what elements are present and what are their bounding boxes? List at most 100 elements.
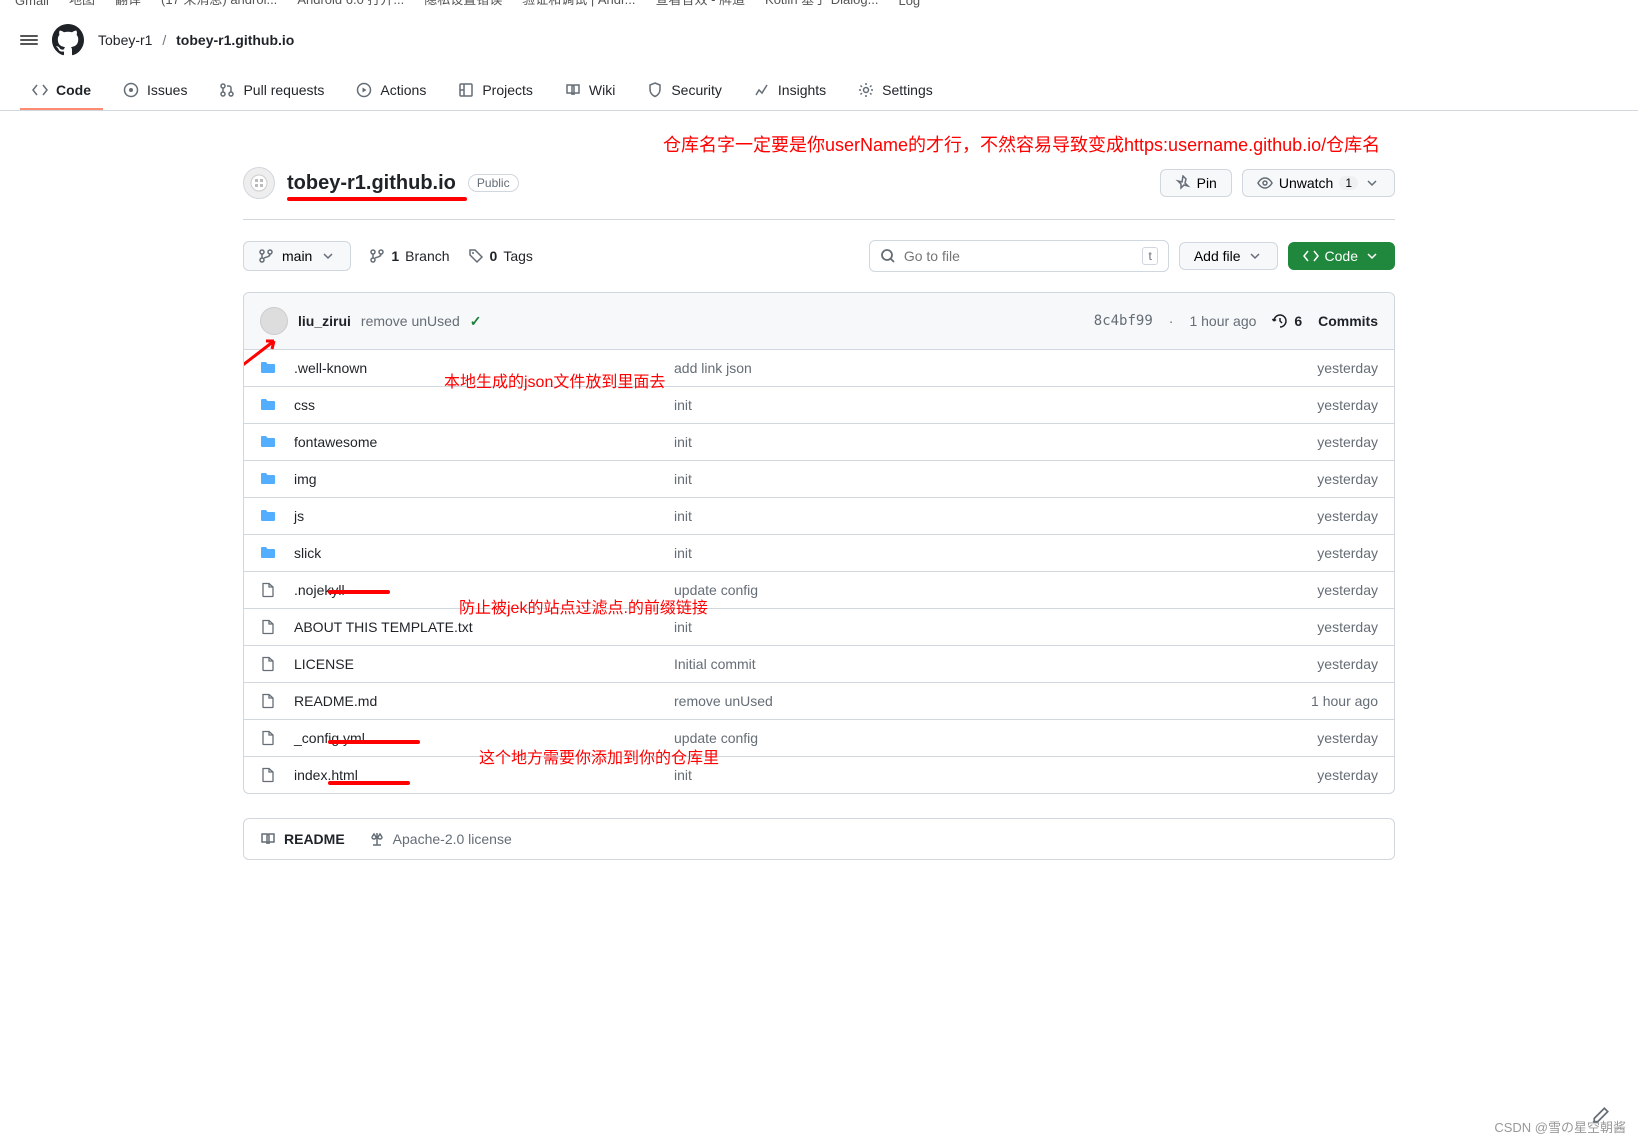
tab-pull-requests[interactable]: Pull requests [207,72,336,110]
file-name[interactable]: js [294,508,674,524]
file-row[interactable]: slickinityesterday [244,535,1394,572]
unwatch-button[interactable]: Unwatch1 [1242,169,1395,197]
file-row[interactable]: fontawesomeinityesterday [244,424,1394,461]
insights-icon [754,82,770,98]
file-commit-msg[interactable]: init [674,508,1238,524]
bookmark-item[interactable]: Android 6.0 打开... [297,0,404,8]
file-row[interactable]: index.htmlinityesterday [244,757,1394,793]
file-name[interactable]: _config.yml这个地方需要你添加到你的仓库里 [294,730,674,746]
file-name[interactable]: img [294,471,674,487]
file-name[interactable]: ABOUT THIS TEMPLATE.txt [294,619,674,635]
branch-selector[interactable]: main [243,241,351,271]
file-commit-msg[interactable]: init [674,471,1238,487]
file-commit-msg[interactable]: init [674,619,1238,635]
bookmark-item[interactable]: 隐私设置错误 [424,0,502,8]
file-name[interactable]: .well-known本地生成的json文件放到里面去 [294,360,674,376]
hamburger-menu[interactable] [20,33,38,47]
bookmark-item[interactable]: Log [898,0,920,8]
tab-wiki[interactable]: Wiki [553,72,627,110]
file-name[interactable]: LICENSE [294,656,674,672]
folder-icon [260,434,280,450]
tab-code[interactable]: Code [20,72,103,110]
file-commit-msg[interactable]: init [674,434,1238,450]
tab-issues[interactable]: Issues [111,72,199,110]
github-logo-icon[interactable] [52,24,84,56]
wiki-icon [565,82,581,98]
search-kbd: t [1142,247,1157,265]
file-name[interactable]: css [294,397,674,413]
tab-projects[interactable]: Projects [446,72,545,110]
repo-name[interactable]: tobey-r1.github.io [287,172,456,195]
check-icon: ✓ [470,313,482,330]
tab-security[interactable]: Security [635,72,734,110]
projects-icon [458,82,474,98]
file-commit-msg[interactable]: remove unUsed [674,693,1238,709]
tags-link[interactable]: 0Tags [468,248,533,264]
file-row[interactable]: .nojekyll防止被jek的站点过滤点.的前缀链接update config… [244,572,1394,609]
file-name[interactable]: README.md [294,693,674,709]
bookmark-item[interactable]: 地图 [69,0,95,8]
license-tab[interactable]: Apache-2.0 license [369,831,512,847]
code-button[interactable]: Code [1288,242,1395,270]
file-commit-msg[interactable]: init [674,397,1238,413]
repo-header: tobey-r1.github.io Public Pin Unwatch1 [243,157,1395,220]
commits-link[interactable]: 6 Commits [1272,313,1378,329]
file-icon [260,582,280,598]
security-icon [647,82,663,98]
annotation-underline [328,590,390,594]
commit-sha[interactable]: 8c4bf99 [1094,313,1153,329]
bookmark-item[interactable]: Gmail [15,0,49,8]
bookmark-item[interactable]: Kotlin 基于 Dialog... [765,0,878,8]
breadcrumb-owner[interactable]: Tobey-r1 [98,32,152,48]
bookmark-item[interactable]: (17 来消息) androi... [161,0,277,8]
file-row[interactable]: jsinityesterday [244,498,1394,535]
pin-button[interactable]: Pin [1160,169,1232,197]
file-row[interactable]: cssinityesterday [244,387,1394,424]
file-name[interactable]: index.html [294,767,674,783]
file-search[interactable]: t [869,240,1169,272]
file-row[interactable]: README.mdremove unUsed1 hour ago [244,683,1394,720]
folder-icon [260,508,280,524]
breadcrumb-repo[interactable]: tobey-r1.github.io [176,32,294,48]
top-header: Tobey-r1 / tobey-r1.github.io [0,8,1638,72]
add-file-button[interactable]: Add file [1179,242,1278,270]
file-commit-msg[interactable]: update config [674,730,1238,746]
file-time: 1 hour ago [1238,693,1378,709]
search-icon [880,248,896,264]
code-icon [1303,248,1319,264]
file-commit-msg[interactable]: Initial commit [674,656,1238,672]
annotation-underline [287,197,467,201]
file-row[interactable]: _config.yml这个地方需要你添加到你的仓库里update configy… [244,720,1394,757]
tab-settings[interactable]: Settings [846,72,945,110]
file-name[interactable]: fontawesome [294,434,674,450]
tab-insights[interactable]: Insights [742,72,838,110]
tab-actions[interactable]: Actions [344,72,438,110]
file-row[interactable]: .well-known本地生成的json文件放到里面去add link json… [244,350,1394,387]
file-time: yesterday [1238,360,1378,376]
pin-icon [1175,175,1191,191]
branches-link[interactable]: 1Branch [369,248,449,264]
tag-icon [468,248,484,264]
readme-tab[interactable]: README [260,831,345,847]
bookmark-item[interactable]: 翻译 [115,0,141,8]
bookmark-item[interactable]: 验证和调试 | Andr... [522,0,635,8]
pencil-icon[interactable] [1592,1106,1610,1124]
file-commit-msg[interactable]: add link json [674,360,1238,376]
file-row[interactable]: imginityesterday [244,461,1394,498]
bookmark-item[interactable]: 查看音效 - 牌道 [655,0,745,8]
file-name[interactable]: slick [294,545,674,561]
file-row[interactable]: LICENSEInitial commityesterday [244,646,1394,683]
commit-author[interactable]: liu_zirui [298,313,351,329]
chevron-down-icon [1364,175,1380,191]
author-avatar[interactable] [260,307,288,335]
file-icon [260,730,280,746]
file-commit-msg[interactable]: init [674,545,1238,561]
commit-message[interactable]: remove unUsed [361,313,460,329]
branch-icon [258,248,274,264]
file-name[interactable]: .nojekyll防止被jek的站点过滤点.的前缀链接 [294,582,674,598]
file-commit-msg[interactable]: update config [674,582,1238,598]
folder-icon [260,471,280,487]
file-commit-msg[interactable]: init [674,767,1238,783]
search-input[interactable] [904,248,1143,264]
file-row[interactable]: ABOUT THIS TEMPLATE.txtinityesterday [244,609,1394,646]
